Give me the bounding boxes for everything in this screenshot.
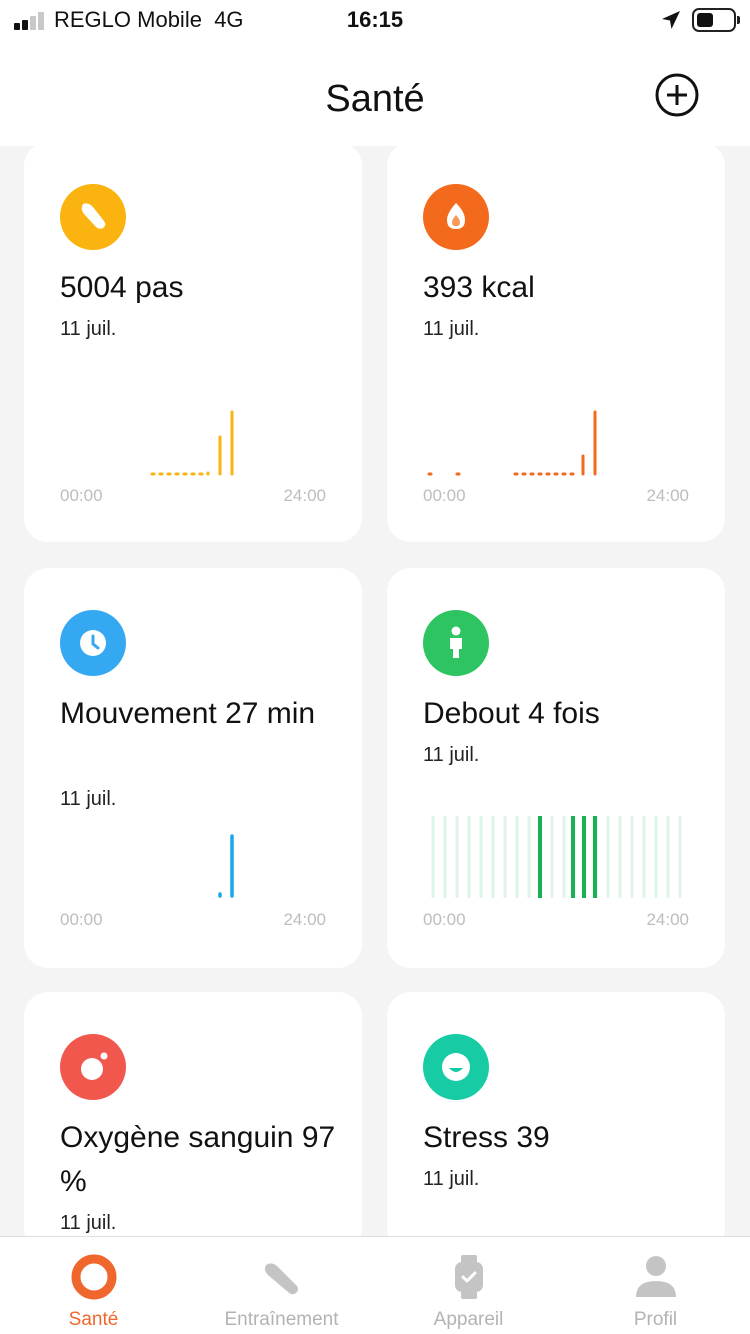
tab-appareil[interactable]: Appareil: [375, 1237, 562, 1334]
calories-value: 393 kcal: [423, 271, 535, 304]
movement-axis-start: 00:00: [60, 910, 103, 929]
app-header: Santé: [0, 44, 750, 146]
steps-hourly-chart: [150, 410, 234, 476]
calories-date: 11 juil.: [423, 318, 480, 340]
steps-axis-end: 24:00: [283, 486, 326, 505]
status-time: 16:15: [346, 7, 404, 32]
clock-icon: [60, 610, 126, 676]
person-icon: [423, 610, 489, 676]
steps-axis-start: 00:00: [60, 486, 103, 505]
flame-icon: [423, 184, 489, 250]
stress-card[interactable]: Stress 39 11 juil.: [387, 992, 725, 1252]
stress-value: Stress 39: [423, 1121, 550, 1154]
bottom-tab-bar: Santé Entraînement Appareil Profil: [0, 1236, 750, 1334]
status-bar: REGLO Mobile 4G 16:15: [0, 0, 750, 44]
calories-hourly-chart: [427, 410, 597, 476]
movement-hourly-chart: [218, 834, 234, 898]
plus-circle-icon[interactable]: [654, 72, 700, 118]
tab-label-entrainement: Entraînement: [224, 1309, 339, 1330]
standing-axis-end: 24:00: [646, 910, 689, 929]
location-arrow-icon: [662, 11, 680, 29]
user-icon: [635, 1256, 676, 1297]
stress-date: 11 juil.: [423, 1168, 480, 1190]
tab-label-profil: Profil: [633, 1309, 678, 1330]
standing-value: Debout 4 fois: [423, 697, 600, 730]
movement-date: 11 juil.: [60, 788, 117, 810]
movement-card[interactable]: Mouvement 27 min 11 juil. 00:00 24:00: [24, 568, 362, 968]
tab-profil[interactable]: Profil: [562, 1237, 749, 1334]
health-ring-icon: [71, 1254, 116, 1300]
calories-axis-end: 24:00: [646, 486, 689, 505]
watch-icon: [454, 1255, 483, 1299]
tab-sante[interactable]: Santé: [0, 1237, 187, 1334]
steps-date: 11 juil.: [60, 318, 117, 340]
standing-axis-start: 00:00: [423, 910, 466, 929]
oxygen-value: Oxygène sanguin 97 %: [60, 1121, 336, 1198]
shoe-icon: [264, 1263, 298, 1295]
movement-value: Mouvement 27 min: [60, 697, 316, 730]
tab-entrainement[interactable]: Entraînement: [188, 1237, 375, 1334]
movement-axis-end: 24:00: [283, 910, 326, 929]
tab-label-appareil: Appareil: [433, 1309, 504, 1330]
steps-card[interactable]: 5004 pas 11 juil. 00:00 24:00: [24, 142, 362, 542]
shoe-icon: [60, 184, 126, 250]
steps-value: 5004 pas: [60, 271, 184, 304]
battery-icon: [692, 8, 740, 32]
standing-card[interactable]: Debout 4 fois 11 juil. 00:00 24:00: [387, 568, 725, 968]
smile-icon: [423, 1034, 489, 1100]
calories-card[interactable]: 393 kcal 11 juil. 00:00 24:00: [387, 142, 725, 542]
oxygen-icon: [60, 1034, 126, 1100]
standing-hourly-chart: [431, 816, 682, 898]
oxygen-date: 11 juil.: [60, 1212, 117, 1234]
standing-date: 11 juil.: [423, 744, 480, 766]
tab-label-sante: Santé: [68, 1309, 119, 1330]
oxygen-card[interactable]: Oxygène sanguin 97 % 11 juil.: [24, 992, 362, 1252]
calories-axis-start: 00:00: [423, 486, 466, 505]
page-title: Santé: [325, 78, 425, 120]
